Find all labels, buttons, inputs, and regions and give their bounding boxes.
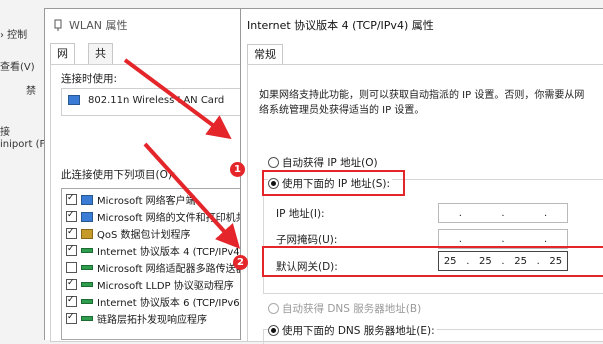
annotation-arrows [123, 58, 241, 249]
step-badge-2: 2 [233, 255, 248, 270]
step-badge-1: 1 [230, 162, 245, 177]
arrow-to-ipv4-item [143, 142, 241, 249]
arrow-to-tcp-window [123, 58, 232, 140]
